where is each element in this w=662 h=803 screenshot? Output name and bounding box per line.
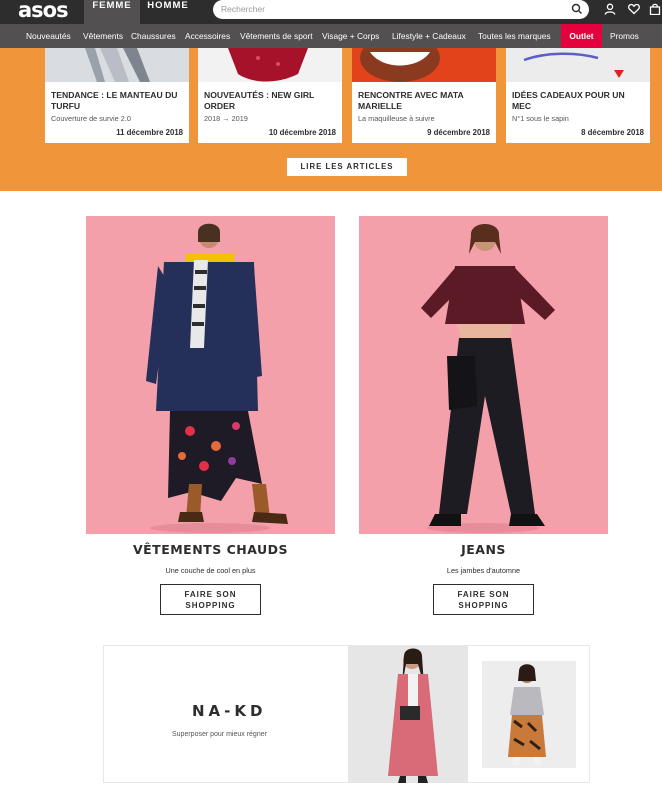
article-subtitle: N°1 sous le sapin	[512, 114, 569, 123]
shop-button[interactable]: FAIRE SON SHOPPING	[160, 584, 261, 615]
search-input[interactable]: Rechercher	[213, 0, 589, 19]
nakd-logo: NA-KD	[192, 702, 267, 720]
shop-button-line2: SHOPPING	[458, 601, 509, 610]
article-card[interactable]: NOUVEAUTÉS : NEW GIRL ORDER 2018 → 2019 …	[198, 48, 342, 143]
brand-image-skirt	[482, 661, 576, 768]
brand-subtitle: Superposer pour mieux régner	[172, 731, 267, 738]
brand-banner-nakd[interactable]: NA-KD Superposer pour mieux régner	[103, 645, 590, 783]
article-date: 9 décembre 2018	[427, 128, 490, 137]
article-subtitle: La maquilleuse à suivre	[358, 114, 435, 123]
nav-item-marques[interactable]: Toutes les marques	[478, 24, 551, 48]
article-subtitle: 2018 → 2019	[204, 114, 248, 123]
article-card[interactable]: TENDANCE : LE MANTEAU DU TURFU Couvertur…	[45, 48, 189, 143]
search-placeholder: Rechercher	[221, 4, 265, 14]
nav-item-sport[interactable]: Vêtements de sport	[240, 24, 313, 48]
promo-image[interactable]	[86, 216, 335, 534]
article-card[interactable]: RENCONTRE AVEC MATA MARIELLE La maquille…	[352, 48, 496, 143]
bag-icon[interactable]	[649, 3, 661, 15]
nav-item-vetements[interactable]: Vêtements	[83, 24, 123, 48]
nav-item-promos[interactable]: Promos	[610, 24, 639, 48]
article-image	[506, 48, 650, 82]
nav-item-lifestyle[interactable]: Lifestyle + Cadeaux	[392, 24, 466, 48]
article-date: 11 décembre 2018	[116, 128, 183, 137]
shop-button[interactable]: FAIRE SON SHOPPING	[433, 584, 534, 615]
category-nav: Nouveautés Vêtements Chaussures Accessoi…	[0, 24, 662, 48]
tab-homme[interactable]: HOMME	[140, 0, 196, 24]
asos-logo[interactable]: asos	[18, 0, 69, 22]
articles-band: TENDANCE : LE MANTEAU DU TURFU Couvertur…	[0, 48, 662, 191]
shop-button-line1: FAIRE SON	[184, 590, 237, 599]
promo-subtitle: Les jambes d'automne	[446, 566, 521, 575]
tab-femme[interactable]: FEMME	[84, 0, 140, 24]
article-date: 10 décembre 2018	[268, 128, 336, 137]
read-articles-button[interactable]: LIRE LES ARTICLES	[287, 158, 407, 176]
article-card[interactable]: IDÉES CADEAUX POUR UN MEC N°1 sous le sa…	[506, 48, 650, 143]
article-title: RENCONTRE AVEC MATA MARIELLE	[358, 90, 464, 111]
shop-button-line2: SHOPPING	[185, 601, 236, 610]
promo-title: VÊTEMENTS CHAUDS	[132, 542, 289, 557]
article-title: NOUVEAUTÉS : NEW GIRL ORDER	[204, 90, 315, 111]
brand-image-coat	[348, 646, 468, 783]
heart-icon[interactable]	[628, 3, 640, 15]
article-title: IDÉES CADEAUX POUR UN MEC	[512, 90, 625, 111]
nav-item-chaussures[interactable]: Chaussures	[131, 24, 176, 48]
account-icon[interactable]	[604, 3, 616, 15]
promo-subtitle: Une couche de cool en plus	[165, 566, 256, 575]
article-title: TENDANCE : LE MANTEAU DU TURFU	[51, 90, 178, 111]
shop-button-line1: FAIRE SON	[457, 590, 510, 599]
article-image	[198, 48, 342, 82]
top-bar: asos FEMME HOMME Rechercher	[0, 0, 662, 24]
article-date: 8 décembre 2018	[581, 128, 644, 137]
promo-title: JEANS	[461, 542, 506, 557]
article-subtitle: Couverture de survie 2.0	[51, 114, 131, 123]
nav-item-accessoires[interactable]: Accessoires	[185, 24, 230, 48]
nav-item-nouveautes[interactable]: Nouveautés	[26, 24, 71, 48]
article-image	[352, 48, 496, 82]
search-icon[interactable]	[571, 3, 583, 15]
nav-item-visage-corps[interactable]: Visage + Corps	[322, 24, 379, 48]
promo-image[interactable]	[359, 216, 608, 534]
nav-item-outlet[interactable]: Outlet	[561, 24, 602, 48]
article-image	[45, 48, 189, 82]
